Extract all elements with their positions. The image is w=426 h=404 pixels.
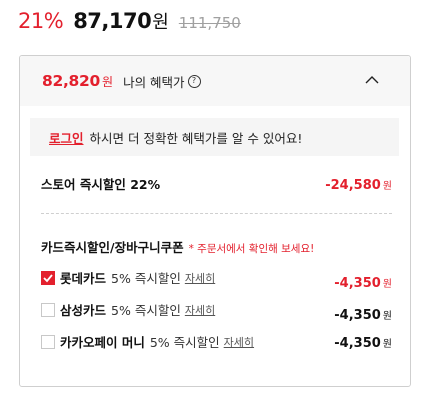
original-price: 111,750 (178, 14, 241, 32)
checkmark-icon (43, 273, 53, 282)
store-discount-amount: -24,580 원 (325, 177, 392, 193)
login-link[interactable]: 로그인 (49, 128, 84, 147)
card-discount-row-kakaopay: 카카오페이 머니 5% 즉시할인 자세히 -4,350 원 (41, 332, 392, 352)
login-banner: 로그인 하시면 더 정확한 혜택가를 알 수 있어요! (30, 118, 399, 156)
benefit-price-unit: 원 (102, 74, 114, 89)
card-discount-section-title: 카드즉시할인/장바구니쿠폰 * 주문서에서 확인해 보세요! (41, 237, 314, 256)
card-discount-desc: 5% 즉시할인 (149, 335, 220, 350)
benefit-label: 나의 혜택가 (123, 74, 185, 90)
card-discount-desc: 5% 즉시할인 (111, 271, 181, 286)
store-discount-value: -24,580 (325, 178, 381, 193)
card-discount-amount: -4,350 원 (334, 307, 392, 323)
benefit-panel: 82,820 원 나의 혜택가 ? 로그인 하시면 더 정확한 혜택가를 알 수… (19, 55, 411, 387)
discount-rate: 21% (18, 9, 64, 33)
card-discount-value: -4,350 (334, 276, 381, 291)
card-discount-value: -4,350 (334, 336, 381, 351)
question-icon[interactable]: ? (187, 74, 201, 88)
card-discount-desc: 5% 즉시할인 (111, 303, 181, 318)
card-discount-unit: 원 (382, 339, 392, 350)
chevron-up-icon (365, 76, 379, 84)
card-discount-left: 삼성카드 5% 즉시할인 자세히 (41, 300, 215, 319)
store-discount-label: 스토어 즉시할인 22% (41, 177, 161, 192)
login-banner-text: 하시면 더 정확한 혜택가를 알 수 있어요! (89, 130, 303, 146)
card-discount-note: * 주문서에서 확인해 보세요! (188, 243, 315, 255)
kakaopay-checkbox[interactable] (41, 334, 55, 349)
card-discount-left: 카카오페이 머니 5% 즉시할인 자세히 (41, 332, 254, 351)
card-discount-amount: -4,350 원 (334, 335, 392, 351)
card-discount-row-lotte: 롯데카드 5% 즉시할인 자세히 -4,350 원 (41, 268, 392, 291)
sale-price: 87,170 (73, 9, 152, 33)
store-discount-unit: 원 (382, 181, 392, 192)
divider (41, 213, 392, 214)
store-discount-row: 스토어 즉시할인 22% -24,580 원 (41, 174, 392, 193)
card-discount-unit: 원 (382, 311, 392, 322)
collapse-button[interactable] (362, 70, 382, 90)
sale-price-unit: 원 (152, 12, 169, 33)
lotte-card-checkbox[interactable] (41, 270, 55, 285)
card-name: 롯데카드 (60, 271, 107, 286)
card-detail-link[interactable]: 자세히 (185, 270, 215, 286)
price-summary: 21% 87,170 원 111,750 (18, 8, 241, 38)
card-detail-link[interactable]: 자세히 (224, 334, 254, 350)
card-discount-value: -4,350 (334, 308, 381, 323)
card-discount-left: 롯데카드 5% 즉시할인 자세히 (41, 268, 215, 287)
card-detail-link[interactable]: 자세히 (185, 302, 215, 318)
benefit-header[interactable]: 82,820 원 나의 혜택가 ? (20, 56, 410, 106)
card-discount-row-samsung: 삼성카드 5% 즉시할인 자세히 -4,350 원 (41, 300, 392, 323)
card-name: 삼성카드 (60, 303, 107, 318)
card-discount-unit: 원 (382, 279, 392, 290)
card-name: 카카오페이 머니 (60, 335, 145, 350)
samsung-card-checkbox[interactable] (41, 302, 55, 317)
card-discount-title: 카드즉시할인/장바구니쿠폰 (41, 240, 184, 255)
card-discount-amount: -4,350 원 (334, 275, 392, 291)
benefit-price: 82,820 (42, 72, 101, 90)
